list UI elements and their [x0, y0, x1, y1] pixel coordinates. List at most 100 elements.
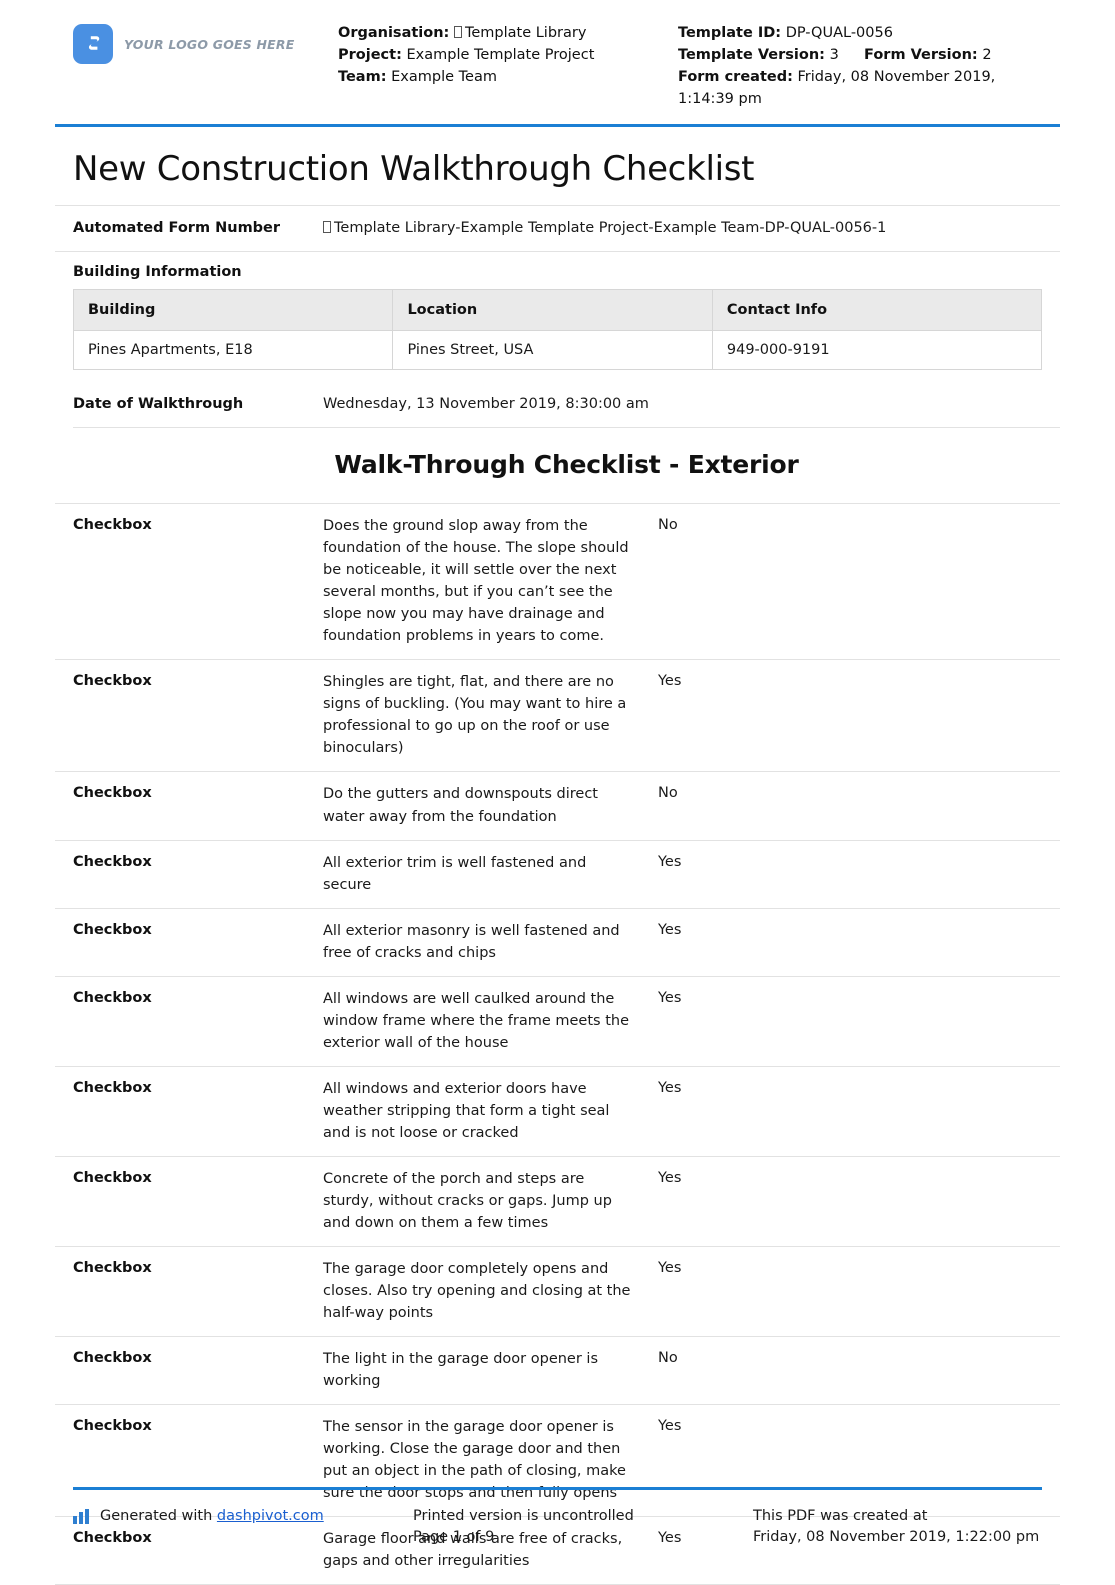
checklist-item-description: All windows and exterior doors have weat… [323, 1080, 610, 1141]
footer-generated-with: Generated with dashpivot.com [73, 1506, 413, 1528]
checklist-item-description: Shingles are tight, flat, and there are … [323, 674, 627, 757]
template-id-line: Template ID: DP-QUAL-0056 [678, 22, 1042, 44]
table-body: Pines Apartments, E18 Pines Street, USA … [72, 330, 1043, 371]
form-version-value: 2 [982, 47, 992, 64]
building-information-section-label: Building Information [55, 251, 1060, 289]
bar-chart-icon [73, 1508, 91, 1524]
checklist-row: Checkbox Shingles are tight, flat, and t… [55, 659, 1060, 771]
checklist-item-type: Checkbox [73, 673, 152, 690]
checklist-item-answer: No [658, 785, 678, 802]
checklist-item-type: Checkbox [73, 921, 152, 938]
checklist-item-answer: No [658, 517, 678, 534]
checklist-item-description: All exterior masonry is well fastened an… [323, 922, 620, 961]
checklist-item-description: The garage door completely opens and clo… [323, 1260, 631, 1321]
checklist-row: Checkbox All exterior masonry is well fa… [55, 907, 1060, 976]
date-of-walkthrough-value: Wednesday, 13 November 2019, 8:30:00 am [323, 396, 649, 413]
date-of-walkthrough-label: Date of Walkthrough [73, 396, 244, 413]
checklist-item-type: Checkbox [73, 517, 152, 534]
form-version-label: Form Version: [864, 47, 978, 64]
checklist-item-answer: Yes [658, 1259, 682, 1276]
generated-with-text: Generated with [100, 1507, 213, 1524]
automated-form-number-row: Automated Form Number Template Library-E… [55, 205, 1060, 251]
cell-building: Pines Apartments, E18 [72, 330, 394, 371]
checklist-row: Checkbox The garage door completely open… [55, 1245, 1060, 1336]
table-row: Pines Apartments, E18 Pines Street, USA … [72, 330, 1043, 371]
document-footer: Generated with dashpivot.com Printed ver… [55, 1486, 1060, 1550]
checklist-row: Checkbox All windows are well caulked ar… [55, 975, 1060, 1066]
logo-text: YOUR LOGO GOES HERE [124, 36, 295, 52]
template-version-value: 3 [829, 47, 839, 64]
checklist-item-type: Checkbox [73, 853, 152, 870]
header-divider [55, 124, 1060, 128]
automated-form-number-text: Template Library-Example Template Projec… [334, 220, 887, 237]
team-line: Team: Example Team [338, 66, 678, 88]
pdf-created-label: This PDF was created at [753, 1507, 928, 1524]
footer-divider [73, 1486, 1042, 1490]
template-id-label: Template ID: [678, 25, 782, 41]
checklist-row: Checkbox Concrete of the porch and steps… [55, 1155, 1060, 1246]
checklist-table: Checkbox Does the ground slop away from … [55, 503, 1060, 1585]
checklist-row: Checkbox Does the ground slop away from … [55, 503, 1060, 659]
column-header-contact-info: Contact Info [711, 289, 1043, 332]
team-label: Team: [338, 69, 387, 86]
automated-form-number-value: Template Library-Example Template Projec… [323, 218, 1060, 239]
organisation-line: Organisation: Template Library [338, 22, 678, 44]
date-of-walkthrough-row: Date of Walkthrough Wednesday, 13 Novemb… [55, 382, 1060, 427]
header-meta-left: Organisation: Template Library Project: … [338, 18, 678, 88]
missing-glyph-icon [453, 26, 462, 38]
checklist-item-type: Checkbox [73, 785, 152, 802]
table-head: Building Location Contact Info [72, 289, 1043, 332]
checklist-item-answer: Yes [658, 1079, 682, 1096]
document-header: YOUR LOGO GOES HERE Organisation: Templa… [55, 0, 1060, 110]
automated-form-number-label: Automated Form Number [73, 220, 281, 237]
checklist-item-answer: Yes [658, 853, 682, 870]
checklist-item-description: Do the gutters and downspouts direct wat… [323, 786, 598, 825]
checklist-item-answer: Yes [658, 989, 682, 1006]
logo-block: YOUR LOGO GOES HERE [73, 18, 338, 64]
footer-created-at: This PDF was created at Friday, 08 Novem… [753, 1506, 1042, 1550]
missing-glyph-icon [323, 221, 331, 234]
document-page: YOUR LOGO GOES HERE Organisation: Templa… [0, 0, 1115, 1585]
project-line: Project: Example Template Project [338, 44, 678, 66]
checklist-item-type: Checkbox [73, 1259, 152, 1276]
building-information-table: Building Location Contact Info Pines Apa… [72, 289, 1043, 371]
checklist-item-type: Checkbox [73, 989, 152, 1006]
checklist-item-type: Checkbox [73, 1079, 152, 1096]
checklist-item-description: Concrete of the porch and steps are stur… [323, 1170, 612, 1231]
cell-contact-info: 949-000-9191 [711, 330, 1043, 371]
form-created-label: Form created: [678, 69, 793, 86]
cell-location: Pines Street, USA [392, 330, 713, 371]
checklist-item-description: Does the ground slop away from the found… [323, 518, 629, 645]
column-header-location: Location [392, 289, 713, 332]
checklist-item-answer: Yes [658, 1169, 682, 1186]
building-information-table-wrap: Building Location Contact Info Pines Apa… [55, 289, 1060, 371]
checklist-item-type: Checkbox [73, 1350, 152, 1367]
checklist-item-type: Checkbox [73, 1169, 152, 1186]
page-title: New Construction Walkthrough Checklist [73, 149, 755, 190]
printed-version-notice: Printed version is uncontrolled [413, 1507, 634, 1524]
checklist-item-description: All windows are well caulked around the … [323, 990, 629, 1051]
checklist-item-type: Checkbox [73, 1418, 152, 1435]
team-value: Example Team [391, 69, 497, 86]
dashpivot-link[interactable]: dashpivot.com [217, 1506, 324, 1528]
footer-print-notice: Printed version is uncontrolled Page 1 o… [413, 1506, 753, 1550]
footer-columns: Generated with dashpivot.com Printed ver… [55, 1506, 1060, 1550]
template-version-label: Template Version: [678, 47, 825, 64]
checklist-row: Checkbox All windows and exterior doors … [55, 1065, 1060, 1156]
template-id-value: DP-QUAL-0056 [785, 25, 893, 41]
checklist-item-answer: No [658, 1350, 678, 1367]
project-label: Project: [338, 47, 402, 64]
organisation-label: Organisation: [338, 25, 450, 41]
version-line: Template Version: 3 Form Version: 2 [678, 44, 1042, 66]
checklist-row: Checkbox Do the gutters and downspouts d… [55, 771, 1060, 839]
checklist-item-description: The light in the garage door opener is w… [323, 1351, 599, 1390]
form-created-line: Form created: Friday, 08 November 2019, … [678, 66, 1042, 110]
header-meta-right: Template ID: DP-QUAL-0056 Template Versi… [678, 18, 1042, 110]
company-logo-icon [73, 24, 113, 64]
pdf-created-value: Friday, 08 November 2019, 1:22:00 pm [753, 1529, 1040, 1546]
checklist-section-heading: Walk-Through Checklist - Exterior [73, 427, 1060, 503]
organisation-value: Template Library [464, 25, 587, 41]
checklist-item-answer: Yes [658, 1418, 682, 1435]
project-value: Example Template Project [406, 47, 595, 64]
column-header-building: Building [72, 289, 394, 332]
